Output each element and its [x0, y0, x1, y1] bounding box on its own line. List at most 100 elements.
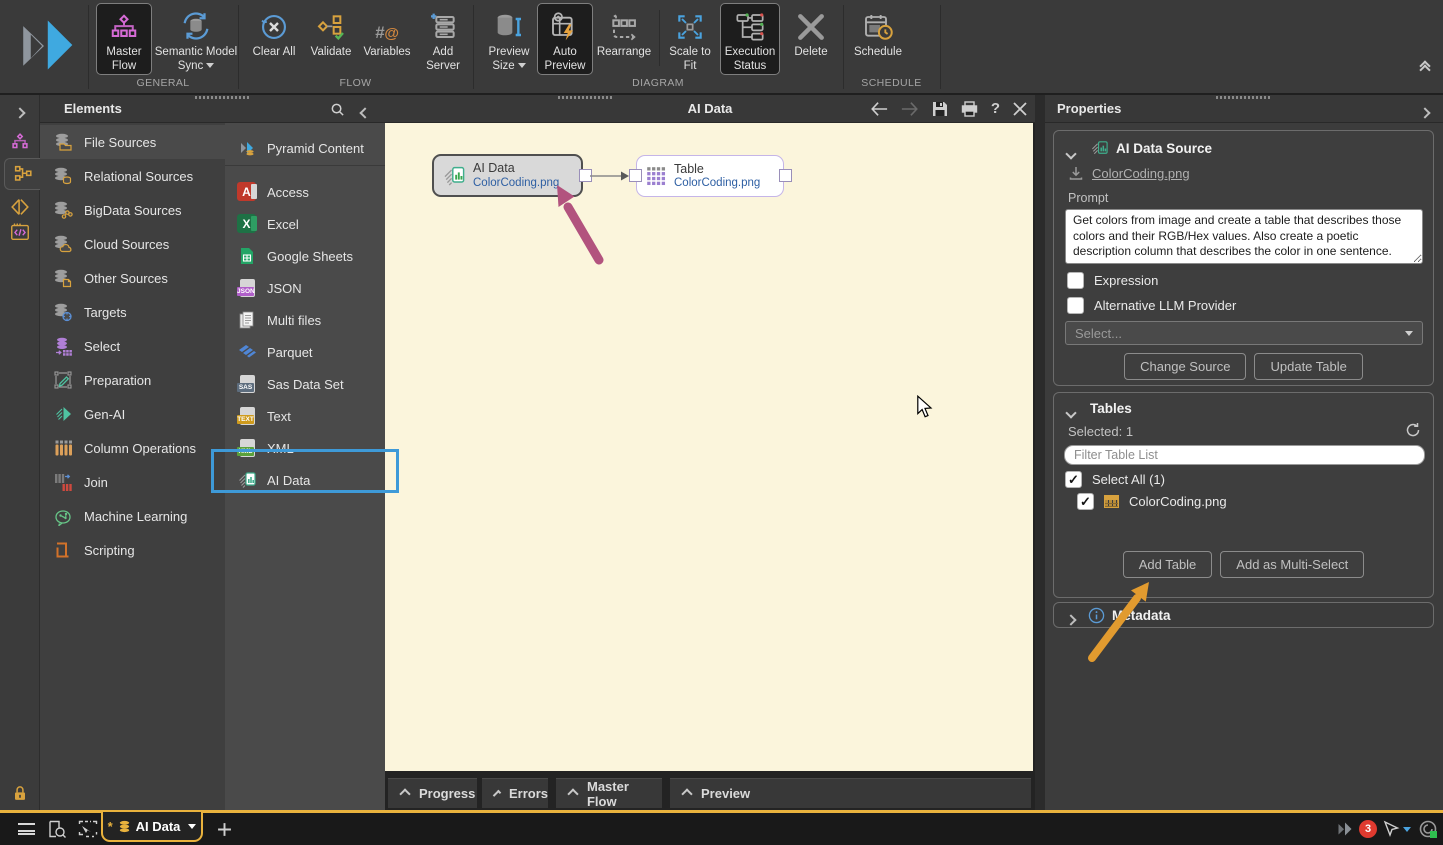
menu-hamburger-icon[interactable] [14, 813, 38, 845]
panel-drag-handle[interactable] [195, 96, 251, 99]
item-xml[interactable]: XML XML [225, 432, 385, 464]
category-bigdata-sources[interactable]: BigData Sources [40, 193, 225, 227]
refresh-icon[interactable] [1405, 422, 1421, 438]
select-placeholder: Select... [1075, 326, 1122, 341]
flow-canvas[interactable]: AI Data ColorCoding.png Table ColorCodin… [385, 123, 1033, 771]
alt-llm-checkbox[interactable] [1067, 297, 1084, 314]
item-text[interactable]: TEXT Text [225, 400, 385, 432]
item-json[interactable]: JSON JSON [225, 272, 385, 304]
preview-size-button[interactable]: Preview Size [482, 3, 536, 75]
variables-icon [375, 3, 399, 43]
node-table[interactable]: Table ColorCoding.png [636, 155, 784, 197]
search-icon[interactable] [330, 102, 345, 117]
collapse-ribbon-button[interactable] [1421, 62, 1429, 74]
expression-checkbox[interactable] [1067, 272, 1084, 289]
table-checkbox[interactable] [1077, 493, 1094, 510]
category-scripting[interactable]: Scripting [40, 533, 225, 567]
update-table-button[interactable]: Update Table [1254, 353, 1362, 380]
rail-code-icon[interactable] [0, 217, 40, 247]
llm-provider-select[interactable]: Select... [1065, 321, 1423, 345]
clear-all-button[interactable]: Clear All [243, 3, 305, 75]
source-file-link[interactable]: ColorCoding.png [1092, 166, 1190, 181]
item-access[interactable]: A Access [225, 176, 385, 208]
auto-preview-button[interactable]: Auto Preview [537, 3, 593, 75]
tab-caret-icon[interactable] [188, 824, 196, 829]
semantic-model-sync-button[interactable]: Semantic Model Sync [154, 3, 238, 75]
download-icon[interactable] [1068, 165, 1084, 181]
item-multi-files[interactable]: Multi files [225, 304, 385, 336]
forward-icon[interactable] [901, 101, 919, 117]
connection-status-icon[interactable] [1416, 813, 1440, 845]
pointer-caret-icon[interactable] [1400, 813, 1414, 845]
tab-progress[interactable]: Progress [388, 778, 477, 808]
rearrange-button[interactable]: Rearrange [592, 3, 656, 75]
tab-preview[interactable]: Preview [670, 778, 1031, 808]
panel-drag-handle[interactable] [558, 96, 614, 99]
prompt-textarea[interactable]: Get colors from image and create a table… [1065, 209, 1423, 264]
tab-errors[interactable]: Errors [482, 778, 548, 808]
category-targets[interactable]: Targets [40, 295, 225, 329]
schedule-button[interactable]: Schedule [848, 3, 908, 75]
back-icon[interactable] [870, 101, 888, 117]
add-server-button[interactable]: Add Server [418, 3, 468, 75]
scale-to-fit-button[interactable]: Scale to Fit [663, 3, 717, 75]
item-sas-data-set[interactable]: SAS Sas Data Set [225, 368, 385, 400]
add-tab-button[interactable] [212, 813, 236, 845]
canvas-frame-icon[interactable] [75, 813, 101, 845]
rail-dataflow-icon-active[interactable] [4, 158, 40, 190]
item-parquet[interactable]: Parquet [225, 336, 385, 368]
help-icon[interactable] [991, 100, 1000, 118]
category-gen-ai[interactable]: Gen-AI [40, 397, 225, 431]
pointer-tool-icon[interactable] [1380, 813, 1402, 845]
category-select[interactable]: Select [40, 329, 225, 363]
delete-button[interactable]: Delete [787, 3, 835, 75]
notification-badge[interactable]: 3 [1358, 813, 1378, 845]
variables-button[interactable]: Variables [358, 3, 416, 75]
item-excel[interactable]: X Excel [225, 208, 385, 240]
category-other-sources[interactable]: Other Sources [40, 261, 225, 295]
add-table-button[interactable]: Add Table [1123, 551, 1213, 578]
select-all-checkbox[interactable] [1065, 471, 1082, 488]
category-preparation[interactable]: Preparation [40, 363, 225, 397]
print-icon[interactable] [961, 101, 978, 117]
category-relational-sources[interactable]: Relational Sources [40, 159, 225, 193]
expand-section-icon[interactable] [1067, 611, 1075, 629]
tab-master-flow[interactable]: Master Flow [556, 778, 662, 808]
input-port[interactable] [629, 169, 642, 182]
collapse-section-icon[interactable] [1067, 404, 1075, 422]
add-multi-select-button[interactable]: Add as Multi-Select [1220, 551, 1364, 578]
category-column-operations[interactable]: Column Operations [40, 431, 225, 465]
execution-status-button[interactable]: Execution Status [720, 3, 780, 75]
item-label: AI Data [267, 473, 310, 488]
category-join[interactable]: Join [40, 465, 225, 499]
validate-button[interactable]: Validate [303, 3, 359, 75]
item-google-sheets[interactable]: Google Sheets [225, 240, 385, 272]
change-source-button[interactable]: Change Source [1124, 353, 1246, 380]
save-icon[interactable] [932, 101, 948, 117]
item-pyramid-content[interactable]: Pyramid Content [225, 132, 385, 164]
metadata-card[interactable]: Metadata [1053, 602, 1434, 628]
panel-drag-handle[interactable] [1216, 96, 1272, 99]
item-ai-data[interactable]: AI Data [225, 464, 385, 496]
pyramid-mini-icon[interactable] [1332, 813, 1356, 845]
prompt-label: Prompt [1068, 191, 1108, 205]
lock-icon[interactable] [0, 779, 40, 809]
output-port[interactable] [779, 169, 792, 182]
category-machine-learning[interactable]: Machine Learning [40, 499, 225, 533]
node-ai-data[interactable]: AI Data ColorCoding.png [432, 154, 583, 197]
statusbar-active-tab[interactable]: * AI Data [101, 812, 203, 842]
collapse-panel-icon[interactable] [361, 105, 369, 120]
add-server-icon [427, 3, 459, 43]
close-icon[interactable] [1013, 102, 1027, 116]
expand-rail-button[interactable] [0, 98, 40, 128]
output-port[interactable] [579, 169, 592, 182]
filter-table-input[interactable] [1064, 445, 1425, 465]
category-cloud-sources[interactable]: Cloud Sources [40, 227, 225, 261]
rail-model-icon[interactable] [0, 127, 40, 157]
master-flow-button[interactable]: Master Flow [96, 3, 152, 75]
table-item-row[interactable]: ColorCoding.png [1077, 493, 1227, 510]
collapse-section-icon[interactable] [1067, 145, 1075, 163]
category-file-sources[interactable]: File Sources [40, 125, 225, 159]
document-search-icon[interactable] [44, 813, 70, 845]
expand-panel-icon[interactable] [1421, 105, 1429, 120]
